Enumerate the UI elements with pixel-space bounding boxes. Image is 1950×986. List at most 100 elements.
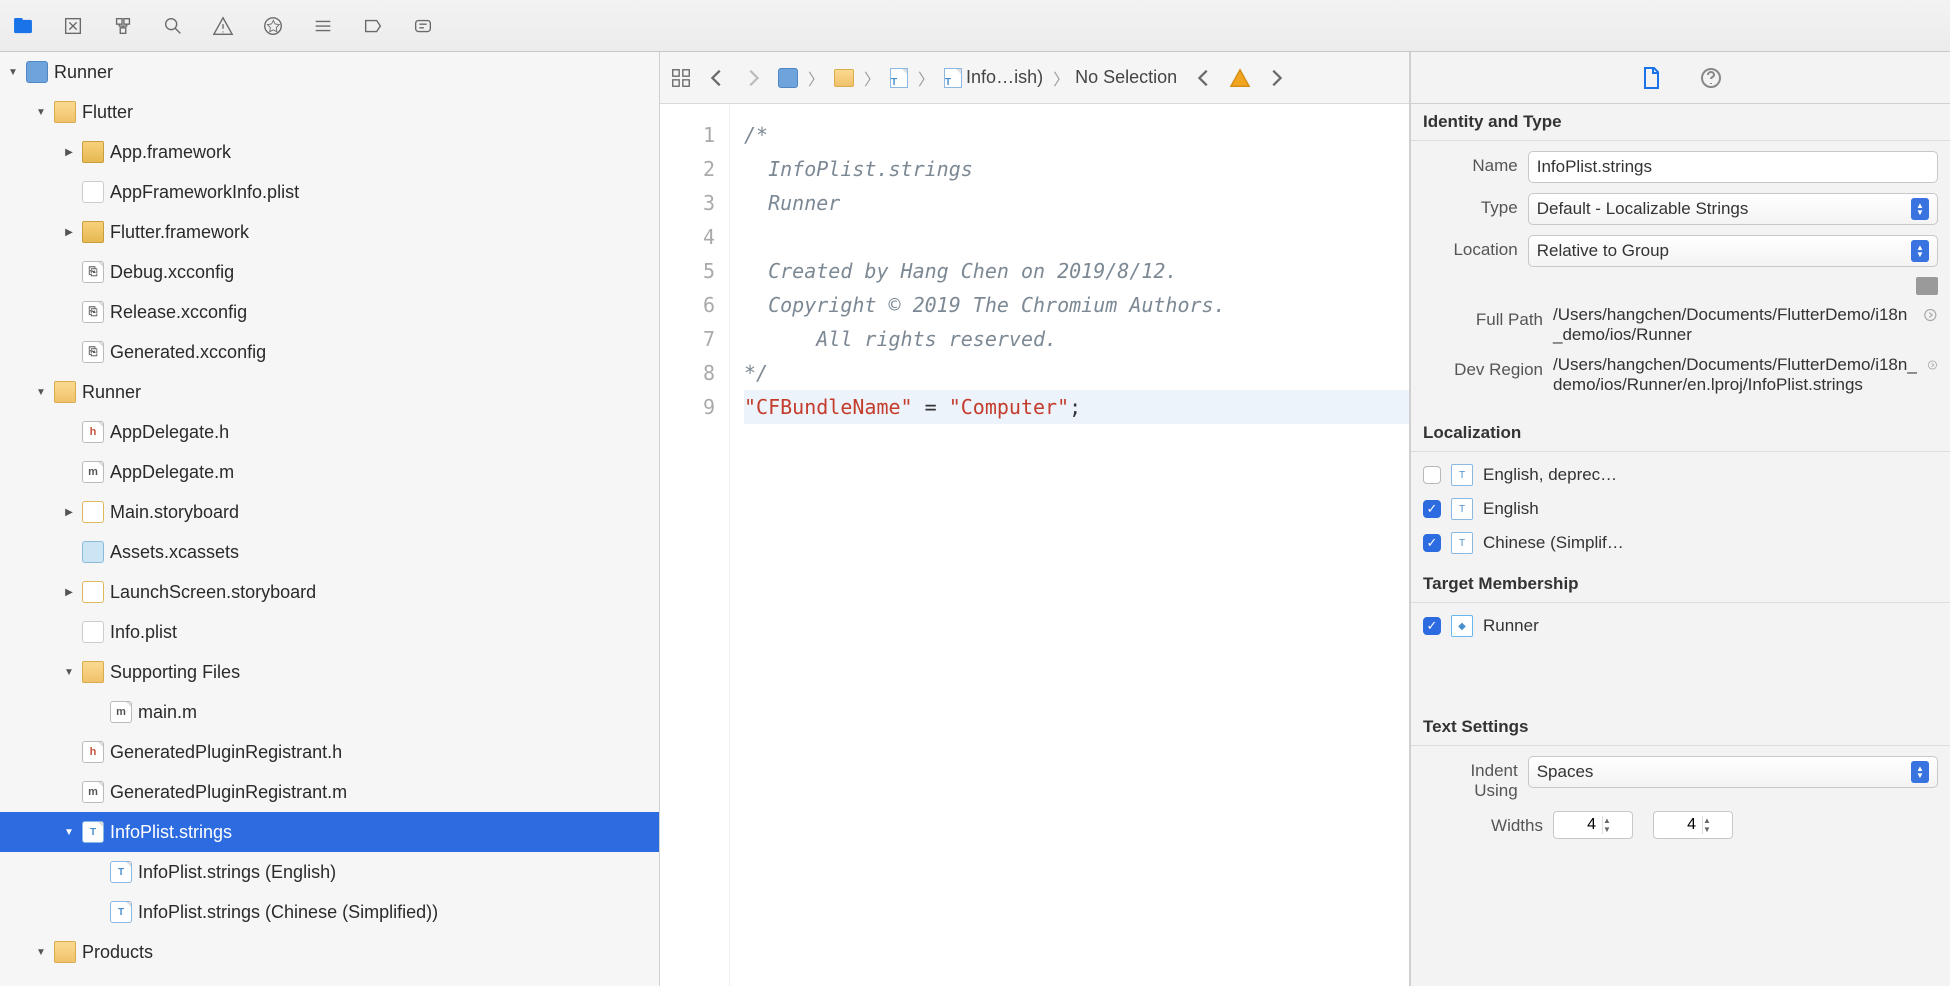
disclosure-triangle-icon[interactable]: ▼ — [34, 945, 48, 959]
tree-row[interactable]: ▶LaunchScreen.storyboard — [0, 572, 659, 612]
tree-item-label: App.framework — [110, 142, 231, 163]
tab-width-input[interactable] — [1554, 816, 1602, 834]
choose-folder-icon[interactable] — [1916, 277, 1938, 295]
target-membership-header: Target Membership — [1411, 566, 1950, 603]
issue-nav-icon[interactable] — [208, 11, 238, 41]
tree-row[interactable]: ▼Flutter — [0, 92, 659, 132]
tree-row[interactable]: hGeneratedPluginRegistrant.h — [0, 732, 659, 772]
plist-icon — [82, 621, 104, 643]
disclosure-triangle-icon[interactable]: ▼ — [62, 825, 76, 839]
location-select[interactable]: Relative to Group ▲▼ — [1528, 235, 1938, 267]
type-select[interactable]: Default - Localizable Strings ▲▼ — [1528, 193, 1938, 225]
disclosure-triangle-icon[interactable]: ▼ — [34, 385, 48, 399]
tree-item-label: main.m — [138, 702, 197, 723]
editor-area: 〉 〉 T 〉 TInfo…ish) 〉 No Selection 123456… — [660, 52, 1410, 986]
test-nav-icon[interactable] — [258, 11, 288, 41]
disclosure-triangle-icon[interactable]: ▼ — [62, 665, 76, 679]
tree-row[interactable]: mAppDelegate.m — [0, 452, 659, 492]
tree-item-label: Runner — [82, 382, 141, 403]
report-nav-icon[interactable] — [408, 11, 438, 41]
target-row[interactable]: ✓ ◆ Runner — [1423, 609, 1938, 643]
type-value: Default - Localizable Strings — [1537, 199, 1749, 219]
name-field[interactable] — [1528, 151, 1938, 183]
reveal-arrow-icon[interactable] — [1927, 355, 1938, 375]
tree-row[interactable]: ▶Main.storyboard — [0, 492, 659, 532]
localization-row[interactable]: ✓TChinese (Simplif… — [1423, 526, 1938, 560]
inspector-tabs[interactable] — [1411, 52, 1950, 104]
localization-row[interactable]: TEnglish, deprec… — [1423, 458, 1938, 492]
tree-row[interactable]: ▼Runner — [0, 52, 659, 92]
jump-bar[interactable]: 〉 〉 T 〉 TInfo…ish) 〉 No Selection — [660, 52, 1409, 104]
tree-row[interactable]: ▼Products — [0, 932, 659, 972]
widths-label: Widths — [1423, 811, 1543, 836]
fullpath-value: /Users/hangchen/Documents/FlutterDemo/i1… — [1553, 305, 1915, 345]
file-inspector-tab-icon[interactable] — [1636, 63, 1666, 93]
breadcrumb-file1[interactable]: T — [886, 68, 912, 88]
folder-nav-icon[interactable] — [8, 11, 38, 41]
tree-row[interactable]: TInfoPlist.strings (English) — [0, 852, 659, 892]
source-editor[interactable]: 123456789 /* InfoPlist.strings Runner Cr… — [660, 104, 1409, 986]
checkbox-icon[interactable] — [1423, 466, 1441, 484]
go-forward-icon[interactable] — [738, 63, 768, 93]
tree-row[interactable]: Assets.xcassets — [0, 532, 659, 572]
prev-issue-icon[interactable] — [1189, 63, 1219, 93]
tree-row[interactable]: ▶ App.framework — [0, 132, 659, 172]
tree-row[interactable]: ▼Supporting Files — [0, 652, 659, 692]
tree-row[interactable]: mGeneratedPluginRegistrant.m — [0, 772, 659, 812]
checkbox-icon[interactable]: ✓ — [1423, 500, 1441, 518]
breadcrumb-project[interactable] — [774, 68, 802, 88]
line-number: 6 — [660, 288, 715, 322]
folder-icon — [54, 941, 76, 963]
checkbox-icon[interactable]: ✓ — [1423, 534, 1441, 552]
tree-row[interactable]: ▶Flutter.framework — [0, 212, 659, 252]
debug-nav-icon[interactable] — [308, 11, 338, 41]
chevron-icon: 〉 — [808, 66, 824, 90]
disclosure-triangle-icon — [90, 905, 104, 919]
breadcrumb-file2[interactable]: TInfo…ish) — [940, 67, 1047, 88]
breadcrumb-folder[interactable] — [830, 69, 858, 87]
source-control-icon[interactable] — [58, 11, 88, 41]
proj-icon — [26, 61, 48, 83]
next-issue-icon[interactable] — [1261, 63, 1291, 93]
indent-width-stepper[interactable]: ▲▼ — [1653, 811, 1733, 839]
project-navigator[interactable]: ▼Runner▼Flutter▶App.framework AppFramewo… — [0, 52, 660, 986]
tree-row[interactable]: AppFrameworkInfo.plist — [0, 172, 659, 212]
tree-item-label: Release.xcconfig — [110, 302, 247, 323]
reveal-arrow-icon[interactable] — [1923, 305, 1938, 325]
tree-row[interactable]: ⎘Generated.xcconfig — [0, 332, 659, 372]
search-icon[interactable] — [158, 11, 188, 41]
tree-item-label: AppDelegate.h — [110, 422, 229, 443]
storyboard-icon — [82, 501, 104, 523]
tree-row[interactable]: ▼ Runner — [0, 372, 659, 412]
indent-width-input[interactable] — [1654, 816, 1702, 834]
disclosure-triangle-icon[interactable]: ▶ — [62, 505, 76, 519]
folder-icon — [54, 101, 76, 123]
tree-row[interactable]: mmain.m — [0, 692, 659, 732]
tab-width-stepper[interactable]: ▲▼ — [1553, 811, 1633, 839]
checkbox-icon[interactable]: ✓ — [1423, 617, 1441, 635]
related-items-icon[interactable] — [666, 63, 696, 93]
disclosure-triangle-icon[interactable]: ▶ — [62, 145, 76, 159]
strings-icon: T — [110, 901, 132, 923]
go-back-icon[interactable] — [702, 63, 732, 93]
disclosure-triangle-icon[interactable]: ▼ — [34, 105, 48, 119]
tree-row[interactable]: ⎘Release.xcconfig — [0, 292, 659, 332]
tree-row[interactable]: ▼TInfoPlist.strings — [0, 812, 659, 852]
code-content[interactable]: /* InfoPlist.strings Runner Created by H… — [730, 104, 1409, 986]
help-inspector-tab-icon[interactable] — [1696, 63, 1726, 93]
tree-row[interactable]: Info.plist — [0, 612, 659, 652]
symbol-nav-icon[interactable] — [108, 11, 138, 41]
disclosure-triangle-icon[interactable]: ▶ — [62, 225, 76, 239]
disclosure-triangle-icon[interactable]: ▶ — [62, 585, 76, 599]
tree-row[interactable]: hAppDelegate.h — [0, 412, 659, 452]
tree-row[interactable]: TInfoPlist.strings (Chinese (Simplified)… — [0, 892, 659, 932]
disclosure-triangle-icon[interactable]: ▼ — [6, 65, 20, 79]
select-arrow-icon: ▲▼ — [1911, 761, 1929, 783]
disclosure-triangle-icon — [62, 745, 76, 759]
warning-icon[interactable] — [1225, 63, 1255, 93]
breakpoint-nav-icon[interactable] — [358, 11, 388, 41]
localization-row[interactable]: ✓TEnglish — [1423, 492, 1938, 526]
line-number: 5 — [660, 254, 715, 288]
tree-row[interactable]: ⎘Debug.xcconfig — [0, 252, 659, 292]
indent-using-select[interactable]: Spaces ▲▼ — [1528, 756, 1938, 788]
